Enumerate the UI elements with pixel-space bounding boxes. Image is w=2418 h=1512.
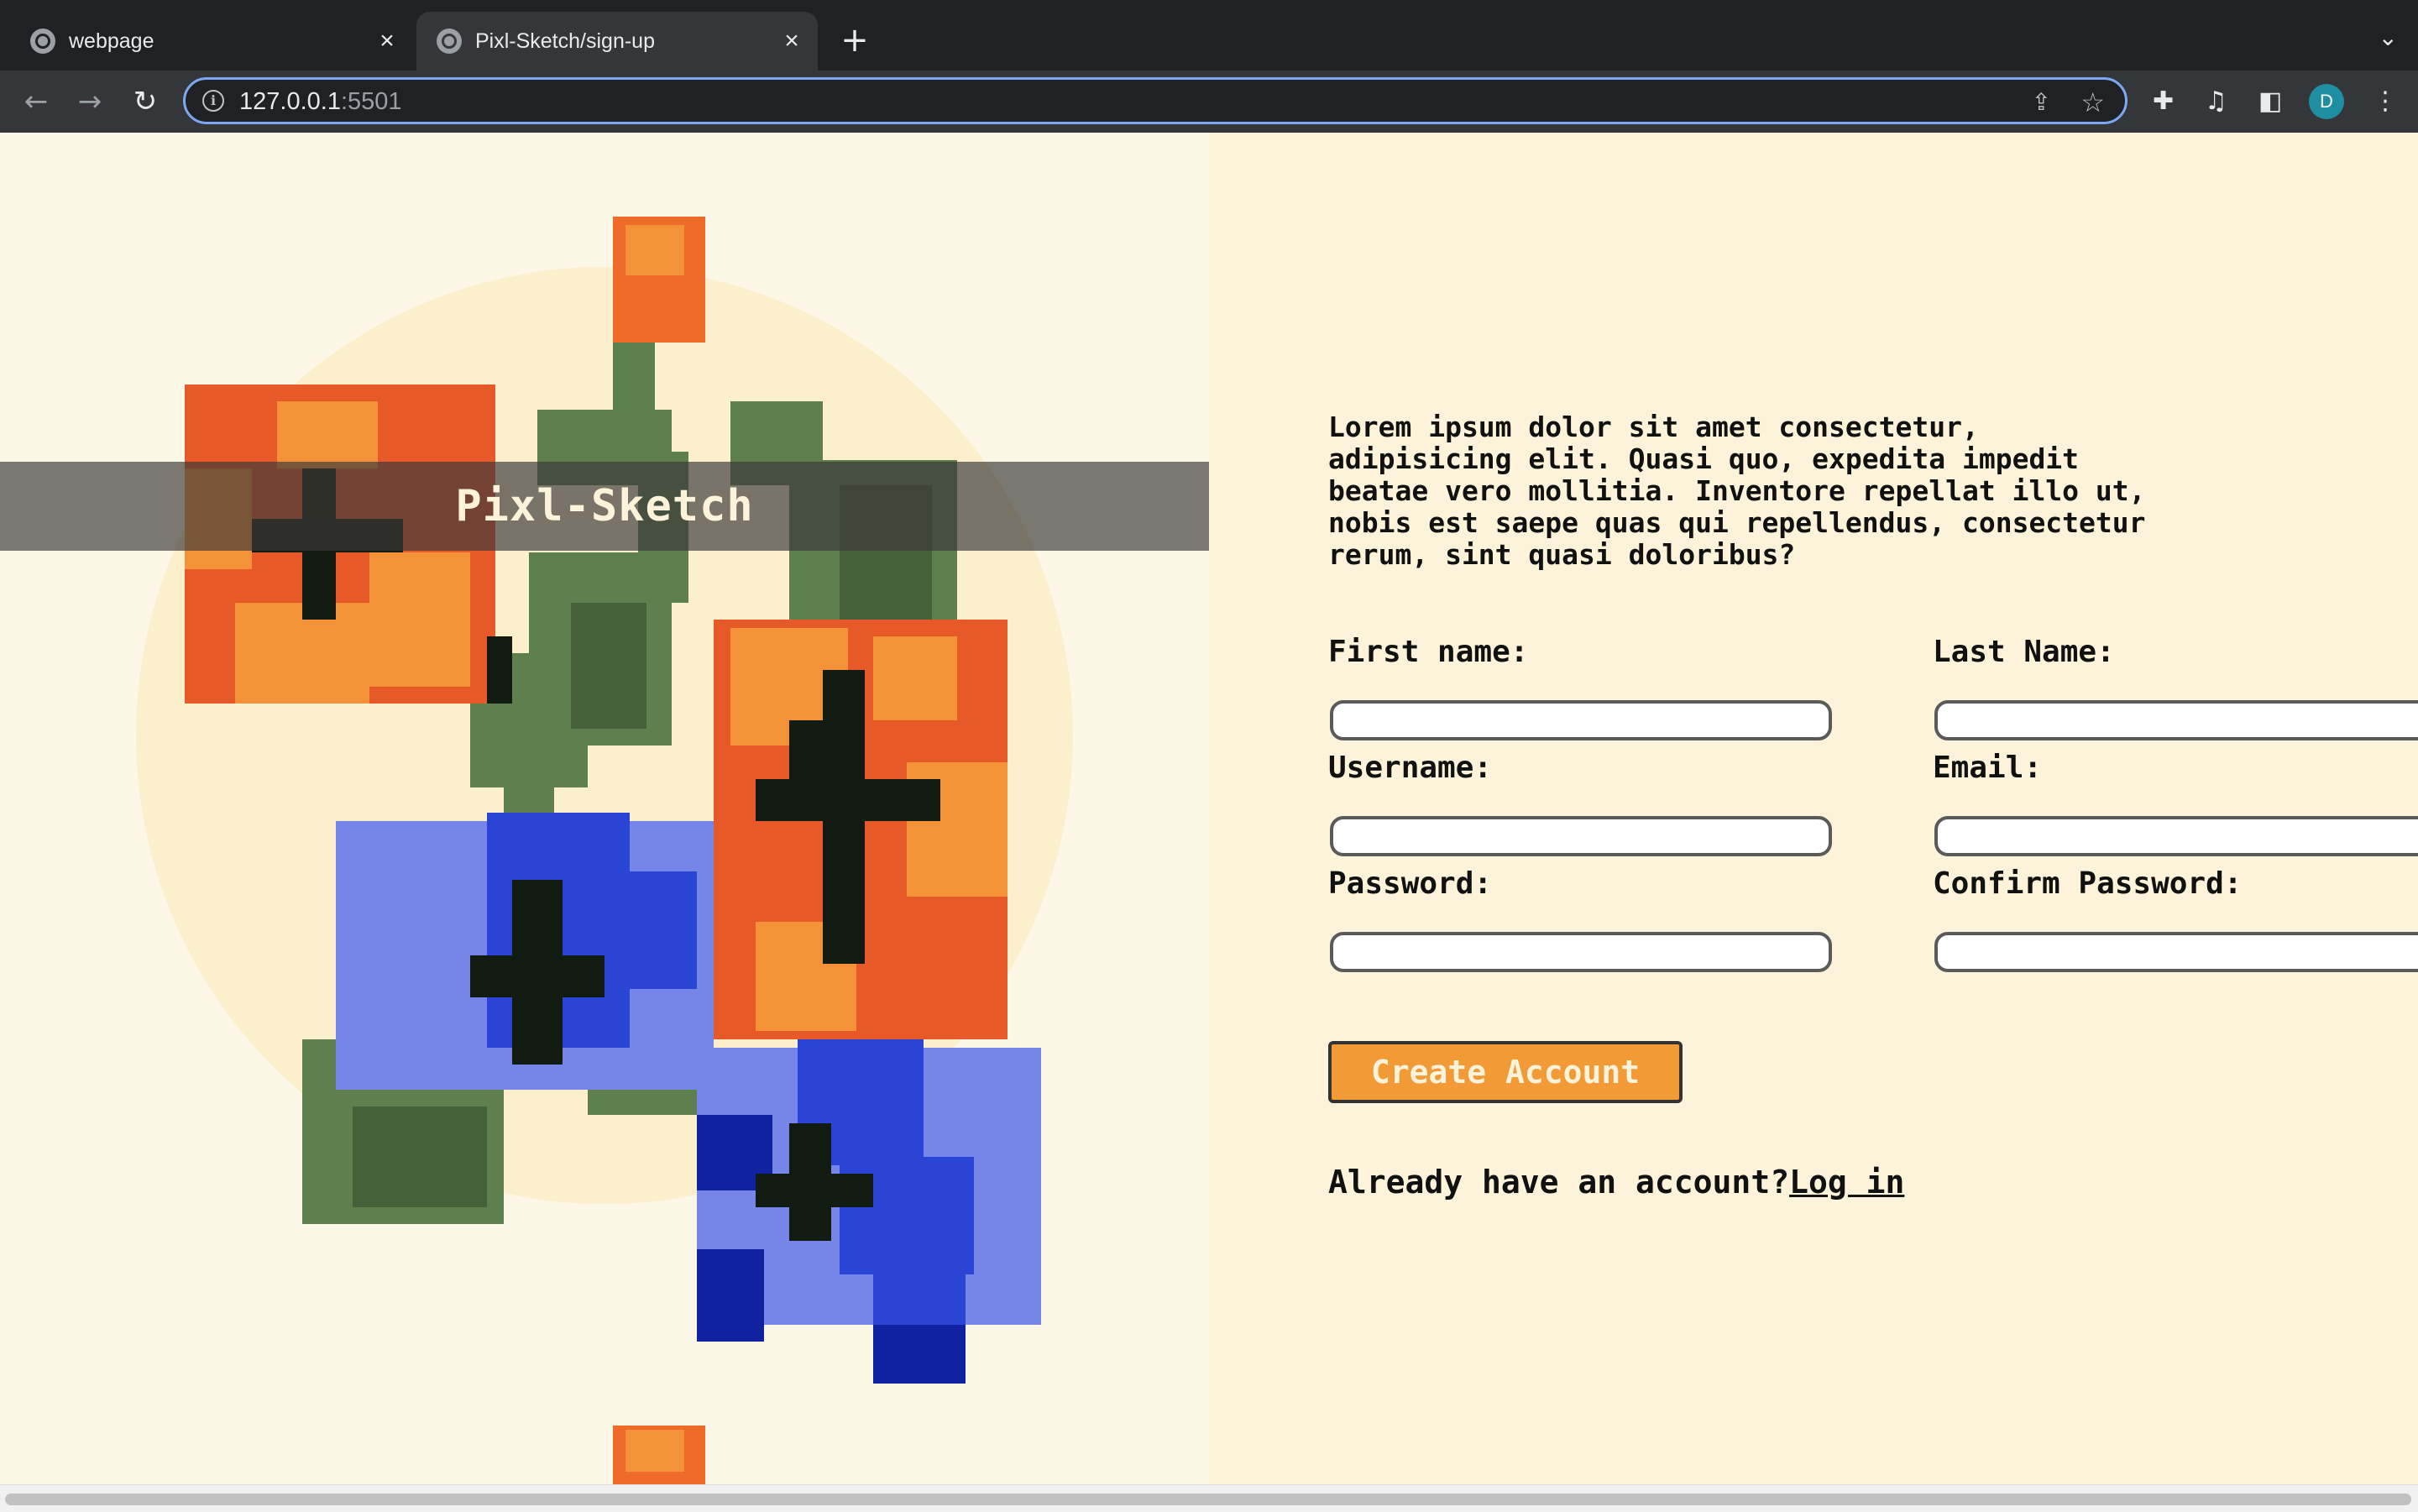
tab-pixl-sketch[interactable]: Pixl-Sketch/sign-up × <box>416 12 818 71</box>
page-content: Pixl-Sketch Lorem ipsum dolor sit amet c… <box>0 133 2418 1484</box>
close-icon[interactable]: × <box>374 29 400 54</box>
forward-icon[interactable]: → <box>71 82 109 121</box>
intro-paragraph: Lorem ipsum dolor sit amet consectetur, … <box>1328 411 2146 571</box>
chevron-down-icon[interactable]: ⌄ <box>2379 24 2398 51</box>
first-name-label: First name: <box>1328 635 1529 669</box>
avatar[interactable]: D <box>2309 84 2344 119</box>
tab-webpage[interactable]: webpage × <box>10 12 413 71</box>
globe-icon <box>30 29 55 54</box>
username-input[interactable] <box>1330 816 1832 856</box>
email-label: Email: <box>1933 751 2043 785</box>
address-bar[interactable]: i 127.0.0.1:5501 ⇪ ☆ <box>183 77 2128 124</box>
browser-window: webpage × Pixl-Sketch/sign-up × + ⌄ ← → … <box>0 0 2418 1512</box>
browser-toolbar: ← → ↻ i 127.0.0.1:5501 ⇪ ☆ ✚ ♫ ◧ D ⋮ <box>0 71 2418 134</box>
create-account-button[interactable]: Create Account <box>1328 1041 1683 1103</box>
hero-image-pane: Pixl-Sketch <box>0 133 1209 1484</box>
confirm-password-label: Confirm Password: <box>1933 866 2243 901</box>
plus-icon[interactable]: + <box>835 20 875 60</box>
last-name-label: Last Name: <box>1933 635 2115 669</box>
close-icon[interactable]: × <box>779 29 804 54</box>
scrollbar-thumb[interactable] <box>5 1494 2411 1505</box>
page-title: Pixl-Sketch <box>455 481 754 531</box>
puzzle-icon[interactable]: ✚ <box>2153 87 2174 116</box>
title-banner: Pixl-Sketch <box>0 462 1209 551</box>
tab-strip: webpage × Pixl-Sketch/sign-up × + ⌄ <box>0 0 2418 71</box>
info-icon[interactable]: i <box>202 90 224 112</box>
reload-icon[interactable]: ↻ <box>126 82 165 121</box>
url-text[interactable]: 127.0.0.1:5501 <box>239 88 402 116</box>
login-prompt: Already have an account?Log in <box>1328 1164 1904 1201</box>
pixel-flower-illustration <box>185 217 1041 1484</box>
username-label: Username: <box>1328 751 1493 785</box>
menu-icon[interactable]: ⋮ <box>2373 87 2398 116</box>
last-name-input[interactable] <box>1934 700 2418 740</box>
password-input[interactable] <box>1330 932 1832 972</box>
login-prompt-text: Already have an account? <box>1328 1164 1790 1201</box>
horizontal-scrollbar[interactable] <box>0 1484 2418 1512</box>
media-icon[interactable]: ♫ <box>2205 87 2227 116</box>
password-label: Password: <box>1328 866 1493 901</box>
url-port: :5501 <box>340 88 402 115</box>
url-host: 127.0.0.1 <box>239 88 341 115</box>
star-icon[interactable]: ☆ <box>2080 86 2105 118</box>
tab-title: webpage <box>69 29 154 53</box>
signup-form-pane: Lorem ipsum dolor sit amet consectetur, … <box>1209 133 2418 1484</box>
globe-icon <box>437 29 462 54</box>
confirm-password-input[interactable] <box>1934 932 2418 972</box>
sidepanel-icon[interactable]: ◧ <box>2258 87 2282 116</box>
back-icon[interactable]: ← <box>17 82 55 121</box>
email-input[interactable] <box>1934 816 2418 856</box>
first-name-input[interactable] <box>1330 700 1832 740</box>
share-icon[interactable]: ⇪ <box>2032 88 2051 116</box>
login-link[interactable]: Log in <box>1789 1164 1904 1201</box>
tab-title: Pixl-Sketch/sign-up <box>475 29 655 53</box>
